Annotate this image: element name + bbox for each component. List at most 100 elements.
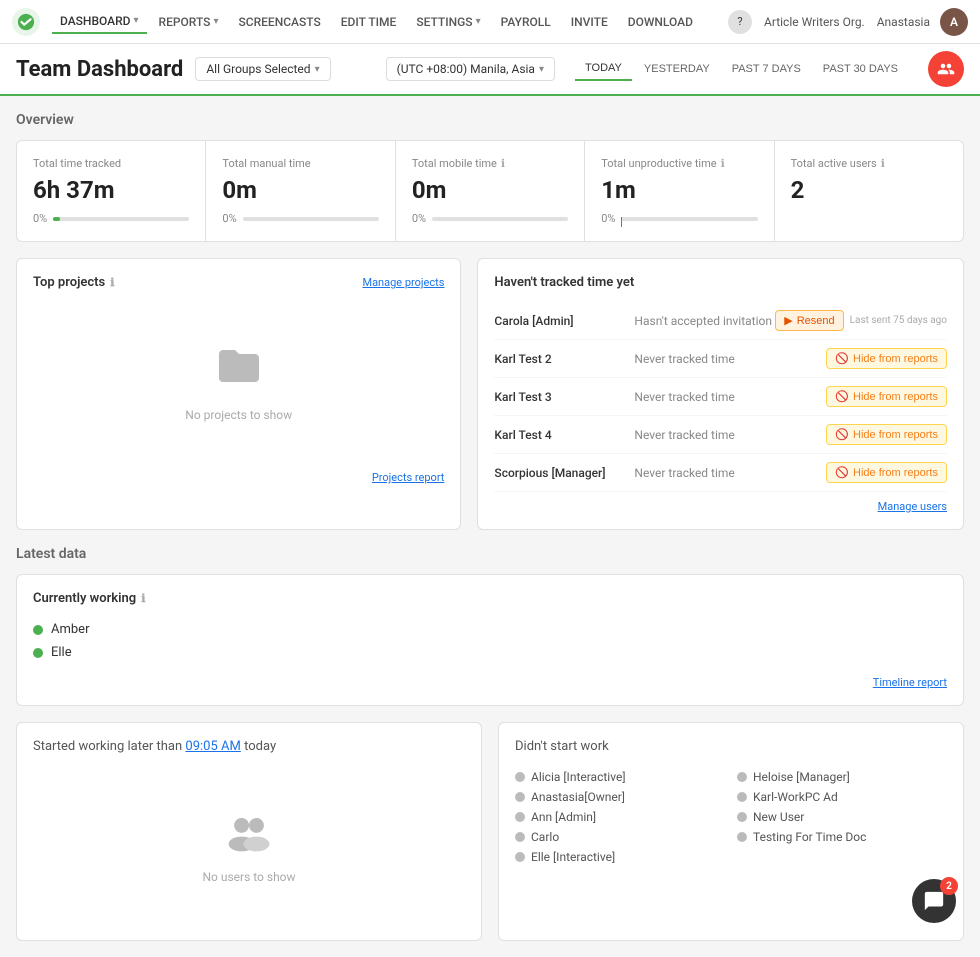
info-icon[interactable]: ℹ xyxy=(110,276,114,289)
timeline-report-link[interactable]: Timeline report xyxy=(33,676,947,689)
offline-dot xyxy=(737,812,747,822)
started-later-panel: Started working later than 09:05 AM toda… xyxy=(16,722,482,941)
nav-settings[interactable]: SETTINGS ▾ xyxy=(408,11,488,33)
offline-dot xyxy=(737,772,747,782)
list-item: New User xyxy=(737,810,947,824)
resend-button[interactable]: ▶ Resend xyxy=(775,310,843,331)
nav-payroll[interactable]: PAYROLL xyxy=(493,11,559,33)
list-item: Carlo xyxy=(515,830,725,844)
tracked-row: Carola [Admin] Hasn't accepted invitatio… xyxy=(494,302,947,340)
eye-off-icon: 🚫 xyxy=(835,466,849,479)
add-user-button[interactable] xyxy=(928,51,964,87)
main-content: Overview Total time tracked 6h 37m 0% To… xyxy=(0,96,980,957)
didnt-start-grid: Alicia [Interactive] Heloise [Manager] A… xyxy=(515,770,947,864)
manage-users-link[interactable]: Manage users xyxy=(494,500,947,513)
date-btn-30days[interactable]: PAST 30 DAYS xyxy=(813,58,908,80)
page-title: Team Dashboard xyxy=(16,57,183,82)
nav-invite[interactable]: INVITE xyxy=(563,11,616,33)
tracked-row: Scorpious [Manager] Never tracked time 🚫… xyxy=(494,454,947,492)
top-projects-panel: Top projects ℹ Manage projects No projec… xyxy=(16,258,461,530)
currently-working-panel: Currently working ℹ Amber Elle Timeline … xyxy=(16,574,964,706)
info-icon[interactable]: ℹ xyxy=(721,157,725,170)
offline-dot xyxy=(515,832,525,842)
date-buttons: TODAY YESTERDAY PAST 7 DAYS PAST 30 DAYS xyxy=(575,57,908,81)
nav-dashboard[interactable]: DASHBOARD ▾ xyxy=(52,10,147,34)
eye-off-icon: 🚫 xyxy=(835,390,849,403)
group-selector[interactable]: All Groups Selected ▾ xyxy=(195,57,330,81)
didnt-start-panel: Didn't start work Alicia [Interactive] H… xyxy=(498,722,964,941)
bottom-panels: Started working later than 09:05 AM toda… xyxy=(16,722,964,941)
no-projects-state: No projects to show xyxy=(33,302,444,462)
online-dot xyxy=(33,625,43,635)
list-item: Testing For Time Doc xyxy=(737,830,947,844)
offline-dot xyxy=(515,812,525,822)
stat-mobile-time: Total mobile time ℹ 0m 0% xyxy=(396,141,585,241)
projects-report-link[interactable]: Projects report xyxy=(372,471,445,484)
group-icon xyxy=(223,810,275,862)
stat-value-manual: 0m xyxy=(222,176,378,204)
list-item: Elle [Interactive] xyxy=(515,850,725,864)
nav-reports[interactable]: REPORTS ▾ xyxy=(151,11,227,33)
nav-edit-time[interactable]: EDIT TIME xyxy=(333,11,405,33)
hide-from-reports-button[interactable]: 🚫 Hide from reports xyxy=(826,386,947,407)
stat-unproductive-time: Total unproductive time ℹ 1m 0% xyxy=(585,141,774,241)
offline-dot xyxy=(515,852,525,862)
date-btn-today[interactable]: TODAY xyxy=(575,57,632,81)
org-name: Article Writers Org. xyxy=(764,15,865,29)
user-name: Anastasia xyxy=(877,15,930,29)
info-icon[interactable]: ℹ xyxy=(501,157,505,170)
eye-off-icon: 🚫 xyxy=(835,428,849,441)
eye-off-icon: 🚫 xyxy=(835,352,849,365)
info-icon[interactable]: ℹ xyxy=(141,592,145,605)
info-icon[interactable]: ℹ xyxy=(881,157,885,170)
working-user-row: Elle xyxy=(33,641,947,664)
overview-title: Overview xyxy=(16,112,964,128)
stat-value-unproductive: 1m xyxy=(601,176,757,204)
chevron-down-icon: ▾ xyxy=(539,64,544,75)
chat-button[interactable]: 2 xyxy=(912,879,956,923)
timezone-selector[interactable]: (UTC +08:00) Manila, Asia ▾ xyxy=(386,57,555,81)
help-button[interactable]: ? xyxy=(728,10,752,34)
stat-total-time: Total time tracked 6h 37m 0% xyxy=(17,141,206,241)
offline-dot xyxy=(515,792,525,802)
start-time-link[interactable]: 09:05 AM xyxy=(185,739,240,754)
chat-badge: 2 xyxy=(940,877,958,895)
list-item: Alicia [Interactive] xyxy=(515,770,725,784)
working-user-row: Amber xyxy=(33,618,947,641)
app-logo[interactable] xyxy=(12,8,40,36)
tracked-row: Karl Test 3 Never tracked time 🚫 Hide fr… xyxy=(494,378,947,416)
sub-header: Team Dashboard All Groups Selected ▾ (UT… xyxy=(0,44,980,96)
date-btn-yesterday[interactable]: YESTERDAY xyxy=(634,58,720,80)
stats-row: Total time tracked 6h 37m 0% Total manua… xyxy=(16,140,964,242)
list-item: Anastasia[Owner] xyxy=(515,790,725,804)
stat-manual-time: Total manual time 0m 0% xyxy=(206,141,395,241)
top-navigation: DASHBOARD ▾ REPORTS ▾ SCREENCASTS EDIT T… xyxy=(0,0,980,44)
havent-tracked-panel: Haven't tracked time yet Carola [Admin] … xyxy=(477,258,964,530)
chevron-down-icon: ▾ xyxy=(213,16,218,27)
avatar[interactable]: A xyxy=(940,8,968,36)
middle-panels: Top projects ℹ Manage projects No projec… xyxy=(16,258,964,530)
folder-icon xyxy=(215,342,263,400)
list-item: Heloise [Manager] xyxy=(737,770,947,784)
hide-from-reports-button[interactable]: 🚫 Hide from reports xyxy=(826,424,947,445)
offline-dot xyxy=(737,832,747,842)
hide-from-reports-button[interactable]: 🚫 Hide from reports xyxy=(826,348,947,369)
chevron-down-icon: ▾ xyxy=(476,16,481,27)
stat-value-users: 2 xyxy=(791,176,947,204)
date-btn-7days[interactable]: PAST 7 DAYS xyxy=(722,58,811,80)
chevron-down-icon: ▾ xyxy=(315,64,320,75)
no-late-users-state: No users to show xyxy=(33,770,465,924)
hide-from-reports-button[interactable]: 🚫 Hide from reports xyxy=(826,462,947,483)
tracked-row: Karl Test 4 Never tracked time 🚫 Hide fr… xyxy=(494,416,947,454)
manage-projects-link[interactable]: Manage projects xyxy=(362,276,444,289)
stat-value-mobile: 0m xyxy=(412,176,568,204)
nav-download[interactable]: DOWNLOAD xyxy=(620,11,701,33)
nav-screencasts[interactable]: SCREENCASTS xyxy=(230,11,328,33)
offline-dot xyxy=(515,772,525,782)
online-dot xyxy=(33,648,43,658)
send-icon: ▶ xyxy=(784,314,792,327)
stat-value-time: 6h 37m xyxy=(33,176,189,204)
list-item: Karl-WorkPC Ad xyxy=(737,790,947,804)
latest-data-title: Latest data xyxy=(16,546,964,562)
chevron-down-icon: ▾ xyxy=(134,15,139,26)
